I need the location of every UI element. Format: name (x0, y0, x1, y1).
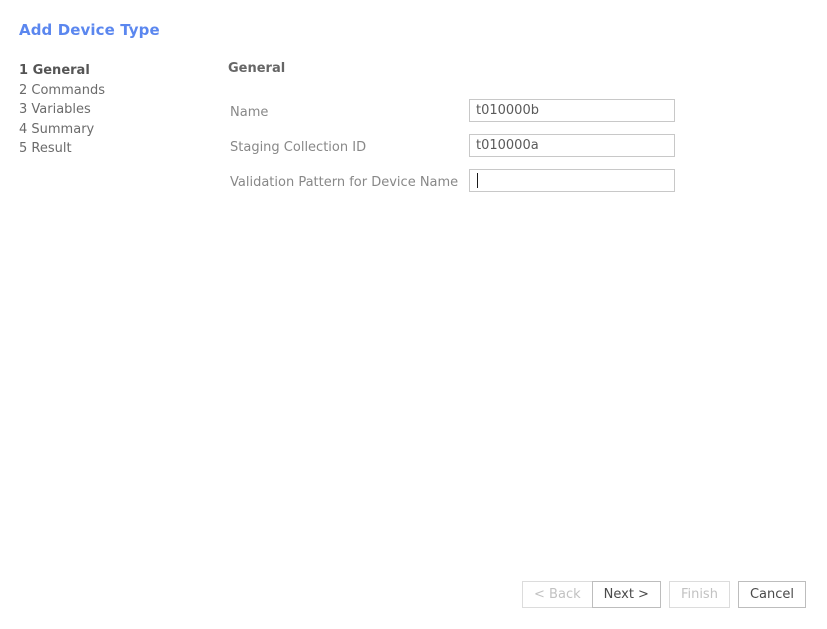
next-button[interactable]: Next > (591, 581, 661, 608)
wizard-step-result[interactable]: 5 Result (19, 139, 199, 159)
page-title: Add Device Type (19, 21, 160, 39)
wizard-button-bar: < Back Next > Finish Cancel (0, 581, 806, 608)
general-panel: General Name Staging Collection ID Valid… (228, 61, 788, 204)
text-caret-icon (477, 173, 478, 188)
form-row-staging-collection-id: Staging Collection ID (228, 134, 788, 169)
wizard-step-commands[interactable]: 2 Commands (19, 81, 199, 101)
validation-pattern-input[interactable] (469, 169, 675, 192)
staging-collection-id-label: Staging Collection ID (230, 140, 367, 155)
finish-button[interactable]: Finish (668, 581, 730, 608)
wizard-step-general[interactable]: 1 General (19, 61, 199, 81)
name-input[interactable] (469, 99, 675, 122)
cancel-button[interactable]: Cancel (737, 581, 806, 608)
name-label: Name (230, 105, 269, 120)
staging-collection-id-input[interactable] (469, 134, 675, 157)
wizard-step-list: 1 General 2 Commands 3 Variables 4 Summa… (19, 61, 199, 159)
form-row-name: Name (228, 99, 788, 134)
wizard-step-variables[interactable]: 3 Variables (19, 100, 199, 120)
validation-pattern-label: Validation Pattern for Device Name (230, 175, 459, 190)
form-row-validation-pattern: Validation Pattern for Device Name (228, 169, 788, 204)
back-button[interactable]: < Back (522, 581, 593, 608)
section-heading: General (228, 61, 286, 76)
wizard-step-summary[interactable]: 4 Summary (19, 120, 199, 140)
